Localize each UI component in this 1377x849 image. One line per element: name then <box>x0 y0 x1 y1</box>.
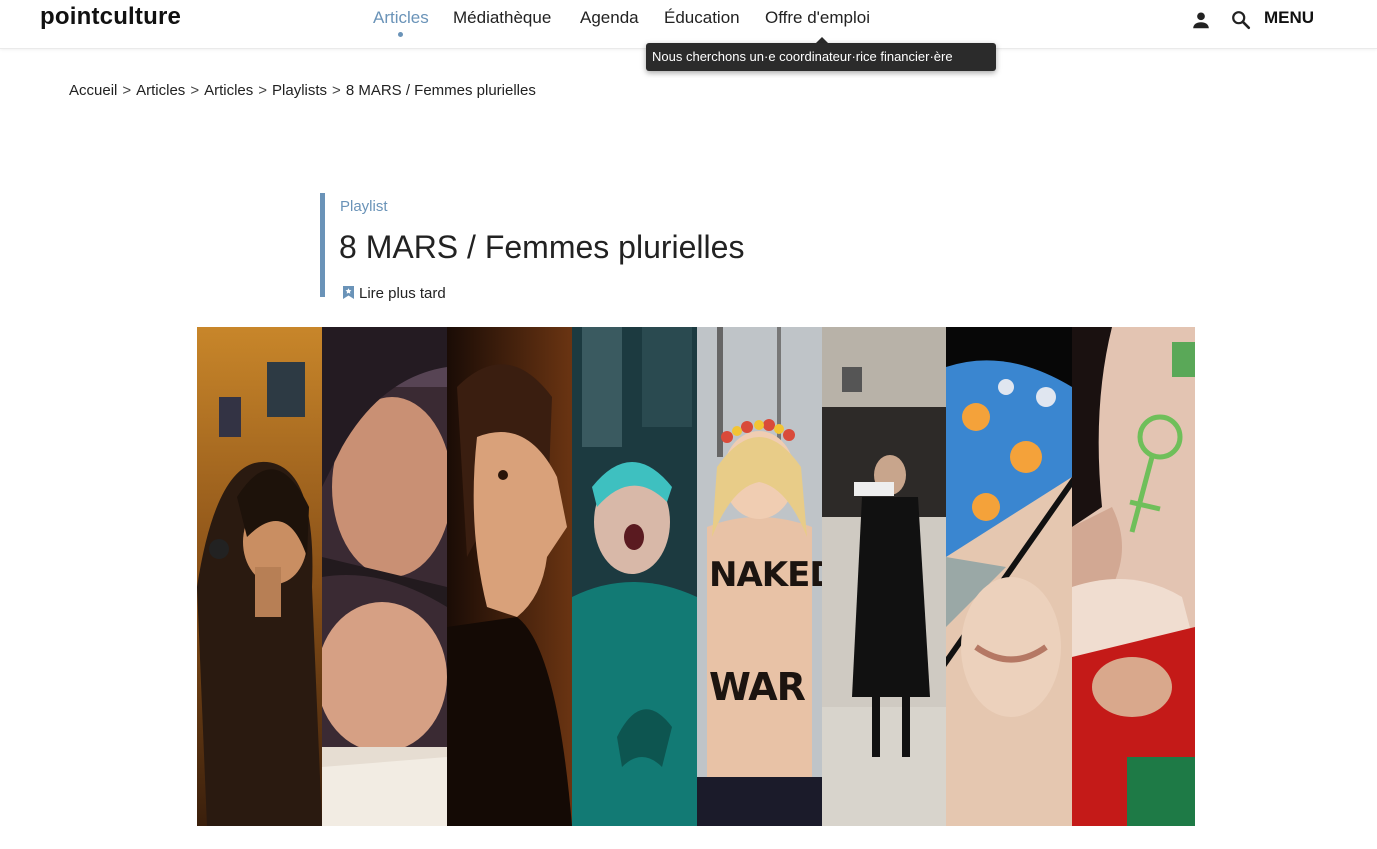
heading-accent-bar <box>320 193 325 297</box>
hero-panel-woman-on-phone <box>197 327 322 826</box>
hero-panel-woman-black-dress <box>822 327 946 826</box>
breadcrumb: Accueil > Articles > Articles > Playlists >8 MA… <box>69 82 536 99</box>
nav-item-mediatheque[interactable]: Médiathèque <box>453 8 551 28</box>
site-header: pointculture Articles Médiathèque Agenda… <box>0 0 1377 49</box>
nav-item-articles[interactable]: Articles <box>373 8 429 28</box>
hero-panel-femen-activist: NAKED WAR <box>697 327 822 826</box>
tooltip-text: Nous cherchons un·e coordinateur·rice fi… <box>652 49 953 64</box>
search-icon[interactable] <box>1230 9 1252 36</box>
breadcrumb-item[interactable]: Articles <box>136 82 185 99</box>
read-later-button[interactable]: Lire plus tard <box>342 285 446 304</box>
read-later-label: Lire plus tard <box>359 285 446 302</box>
hero-panel-protester <box>572 327 697 826</box>
breadcrumb-item[interactable]: Accueil <box>69 82 117 99</box>
hero-image-collage: NAKED WAR <box>197 327 1195 826</box>
hero-panel-sleeping-couple <box>322 327 447 826</box>
hero-panel-floral-scarf-face <box>946 327 1072 826</box>
page-title: 8 MARS / Femmes plurielles <box>339 229 745 265</box>
femen-body-text-1: NAKED <box>709 555 822 595</box>
breadcrumb-current: 8 MARS / Femmes plurielles <box>345 82 536 99</box>
breadcrumb-item[interactable]: Articles <box>204 82 253 99</box>
article-category[interactable]: Playlist <box>340 198 388 215</box>
active-nav-indicator <box>398 32 403 37</box>
bookmark-icon <box>342 285 355 304</box>
nav-item-education[interactable]: Éducation <box>664 8 740 28</box>
user-icon[interactable] <box>1190 9 1212 36</box>
site-logo[interactable]: pointculture <box>40 3 181 31</box>
femen-body-text-2: WAR <box>709 665 806 709</box>
breadcrumb-item[interactable]: Playlists <box>272 82 327 99</box>
hero-panel-venus-symbol-face <box>1072 327 1195 826</box>
nav-item-offre-emploi[interactable]: Offre d'emploi <box>765 8 870 28</box>
menu-button[interactable]: MENU <box>1264 8 1314 28</box>
job-offer-tooltip: Nous cherchons un·e coordinateur·rice fi… <box>646 43 996 71</box>
nav-item-agenda[interactable]: Agenda <box>580 8 639 28</box>
hero-panel-crying-woman <box>447 327 572 826</box>
